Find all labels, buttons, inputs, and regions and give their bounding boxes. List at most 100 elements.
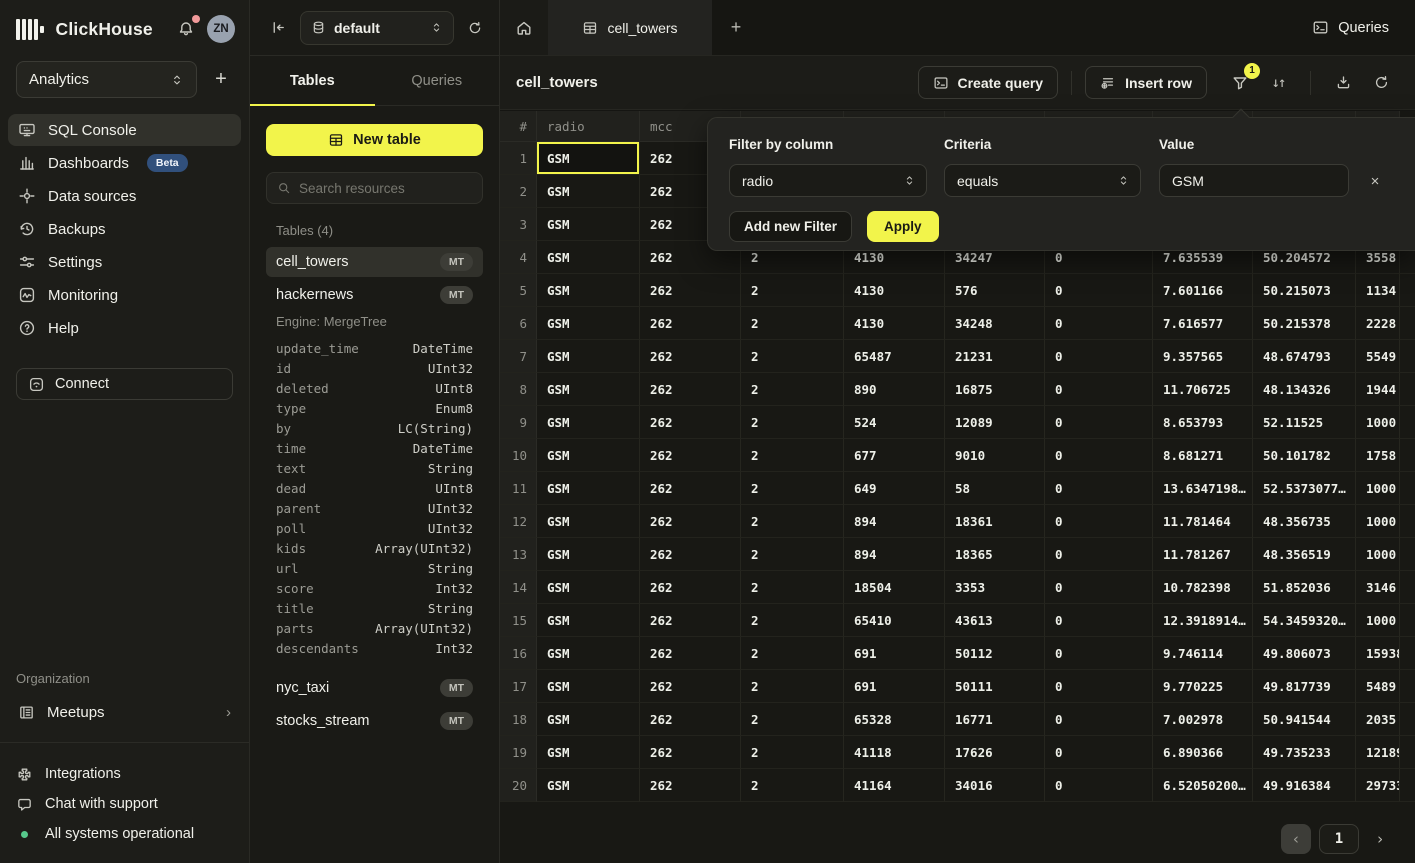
table-cell[interactable]: 49.916384 bbox=[1253, 769, 1356, 802]
table-cell[interactable]: 17626 bbox=[945, 736, 1045, 769]
table-cell[interactable]: 2 bbox=[741, 769, 844, 802]
table-cell[interactable]: 2 bbox=[741, 340, 844, 373]
prev-page-button[interactable]: ‹ bbox=[1281, 824, 1311, 854]
column-header-#[interactable]: # bbox=[500, 111, 537, 142]
table-cell[interactable]: GSM bbox=[537, 505, 640, 538]
table-cell[interactable]: 3353 bbox=[945, 571, 1045, 604]
table-cell[interactable]: 9.746114 bbox=[1153, 637, 1253, 670]
table-cell[interactable]: 49.735233 bbox=[1253, 736, 1356, 769]
sidebar-item-chat-support[interactable]: Chat with support bbox=[0, 789, 249, 819]
table-cell[interactable]: 2 bbox=[741, 274, 844, 307]
table-cell[interactable]: 262 bbox=[640, 637, 741, 670]
table-cell[interactable]: 2 bbox=[741, 505, 844, 538]
table-cell[interactable]: 2 bbox=[741, 307, 844, 340]
sidebar-item-meetups[interactable]: Meetups › bbox=[8, 696, 241, 728]
connect-button[interactable]: Connect bbox=[16, 368, 233, 400]
table-cell[interactable]: 1000 bbox=[1356, 604, 1400, 637]
table-cell[interactable]: 2 bbox=[741, 439, 844, 472]
table-cell[interactable]: 262 bbox=[640, 538, 741, 571]
table-cell[interactable]: 29733 bbox=[1356, 769, 1400, 802]
table-cell[interactable]: 262 bbox=[640, 307, 741, 340]
table-cell[interactable]: 2228 bbox=[1356, 307, 1400, 340]
table-cell[interactable]: 18361 bbox=[945, 505, 1045, 538]
table-cell[interactable]: 649 bbox=[844, 472, 945, 505]
table-cell[interactable]: GSM bbox=[537, 439, 640, 472]
home-tab[interactable] bbox=[500, 0, 548, 55]
table-cell[interactable]: 2 bbox=[741, 670, 844, 703]
table-list-item-hackernews[interactable]: hackernewsMT bbox=[266, 280, 483, 310]
table-cell[interactable]: 12189 bbox=[1356, 736, 1400, 769]
table-cell[interactable]: 18365 bbox=[945, 538, 1045, 571]
table-cell[interactable]: 262 bbox=[640, 439, 741, 472]
table-cell[interactable]: 6.890366 bbox=[1153, 736, 1253, 769]
table-cell[interactable]: 9.357565 bbox=[1153, 340, 1253, 373]
table-cell[interactable]: 50112 bbox=[945, 637, 1045, 670]
table-cell[interactable]: 894 bbox=[844, 505, 945, 538]
table-cell[interactable]: 5549 bbox=[1356, 340, 1400, 373]
table-cell[interactable]: 50.215073 bbox=[1253, 274, 1356, 307]
explorer-tab-tables[interactable]: Tables bbox=[250, 56, 375, 105]
table-list-item-nyc_taxi[interactable]: nyc_taxiMT bbox=[266, 673, 483, 703]
table-cell[interactable]: 11.706725 bbox=[1153, 373, 1253, 406]
table-cell[interactable]: 13.6347198… bbox=[1153, 472, 1253, 505]
explorer-tab-queries[interactable]: Queries bbox=[375, 56, 500, 105]
table-cell[interactable]: 51.852036 bbox=[1253, 571, 1356, 604]
table-cell[interactable]: 2 bbox=[741, 472, 844, 505]
apply-filter-button[interactable]: Apply bbox=[867, 211, 939, 242]
table-cell[interactable]: 524 bbox=[844, 406, 945, 439]
table-cell[interactable]: 0 bbox=[1045, 439, 1153, 472]
table-cell[interactable]: 0 bbox=[1045, 340, 1153, 373]
table-cell[interactable]: 15938 bbox=[1356, 637, 1400, 670]
table-cell[interactable]: 11.781267 bbox=[1153, 538, 1253, 571]
column-header-radio[interactable]: radio bbox=[537, 111, 640, 142]
table-cell[interactable]: 262 bbox=[640, 373, 741, 406]
table-cell[interactable]: 262 bbox=[640, 604, 741, 637]
workspace-select[interactable]: Analytics bbox=[16, 61, 197, 98]
table-cell[interactable]: 8.653793 bbox=[1153, 406, 1253, 439]
table-cell[interactable]: 3146 bbox=[1356, 571, 1400, 604]
table-cell[interactable]: 0 bbox=[1045, 604, 1153, 637]
table-cell[interactable]: 5489 bbox=[1356, 670, 1400, 703]
table-cell[interactable]: 65487 bbox=[844, 340, 945, 373]
new-table-button[interactable]: New table bbox=[266, 124, 483, 156]
table-cell[interactable]: 0 bbox=[1045, 571, 1153, 604]
table-cell[interactable]: 50.941544 bbox=[1253, 703, 1356, 736]
filter-value-input[interactable] bbox=[1159, 164, 1349, 197]
table-cell[interactable]: 262 bbox=[640, 736, 741, 769]
table-cell[interactable]: GSM bbox=[537, 769, 640, 802]
sidebar-item-data-sources[interactable]: Data sources bbox=[8, 180, 241, 212]
table-cell[interactable]: GSM bbox=[537, 736, 640, 769]
table-cell[interactable]: 65410 bbox=[844, 604, 945, 637]
table-cell[interactable]: GSM bbox=[537, 604, 640, 637]
table-cell[interactable]: 0 bbox=[1045, 538, 1153, 571]
table-cell[interactable]: 48.356519 bbox=[1253, 538, 1356, 571]
table-cell[interactable]: GSM bbox=[537, 472, 640, 505]
table-cell[interactable]: 48.134326 bbox=[1253, 373, 1356, 406]
table-cell[interactable]: 18504 bbox=[844, 571, 945, 604]
table-cell[interactable]: 21231 bbox=[945, 340, 1045, 373]
table-cell[interactable]: GSM bbox=[537, 307, 640, 340]
table-cell[interactable]: 0 bbox=[1045, 769, 1153, 802]
table-cell[interactable]: 48.674793 bbox=[1253, 340, 1356, 373]
table-cell[interactable]: 2 bbox=[741, 373, 844, 406]
current-page[interactable]: 1 bbox=[1319, 824, 1359, 854]
sidebar-item-integrations[interactable]: Integrations bbox=[0, 759, 249, 789]
tab-cell-towers[interactable]: cell_towers bbox=[548, 0, 712, 55]
table-cell[interactable]: GSM bbox=[537, 340, 640, 373]
table-cell[interactable]: 262 bbox=[640, 274, 741, 307]
table-cell[interactable]: 2 bbox=[741, 736, 844, 769]
table-cell[interactable]: 1000 bbox=[1356, 505, 1400, 538]
add-workspace-button[interactable]: + bbox=[209, 68, 233, 91]
table-cell[interactable]: 1944 bbox=[1356, 373, 1400, 406]
table-cell[interactable]: 691 bbox=[844, 670, 945, 703]
table-cell[interactable]: 41118 bbox=[844, 736, 945, 769]
table-cell[interactable]: 1134 bbox=[1356, 274, 1400, 307]
table-cell[interactable]: 0 bbox=[1045, 505, 1153, 538]
table-cell[interactable]: GSM bbox=[537, 670, 640, 703]
table-cell[interactable]: 677 bbox=[844, 439, 945, 472]
table-cell[interactable]: 4130 bbox=[844, 307, 945, 340]
table-cell[interactable]: 2 bbox=[741, 406, 844, 439]
table-cell[interactable]: 262 bbox=[640, 571, 741, 604]
table-cell[interactable]: 894 bbox=[844, 538, 945, 571]
new-tab-button[interactable]: + bbox=[712, 0, 760, 55]
